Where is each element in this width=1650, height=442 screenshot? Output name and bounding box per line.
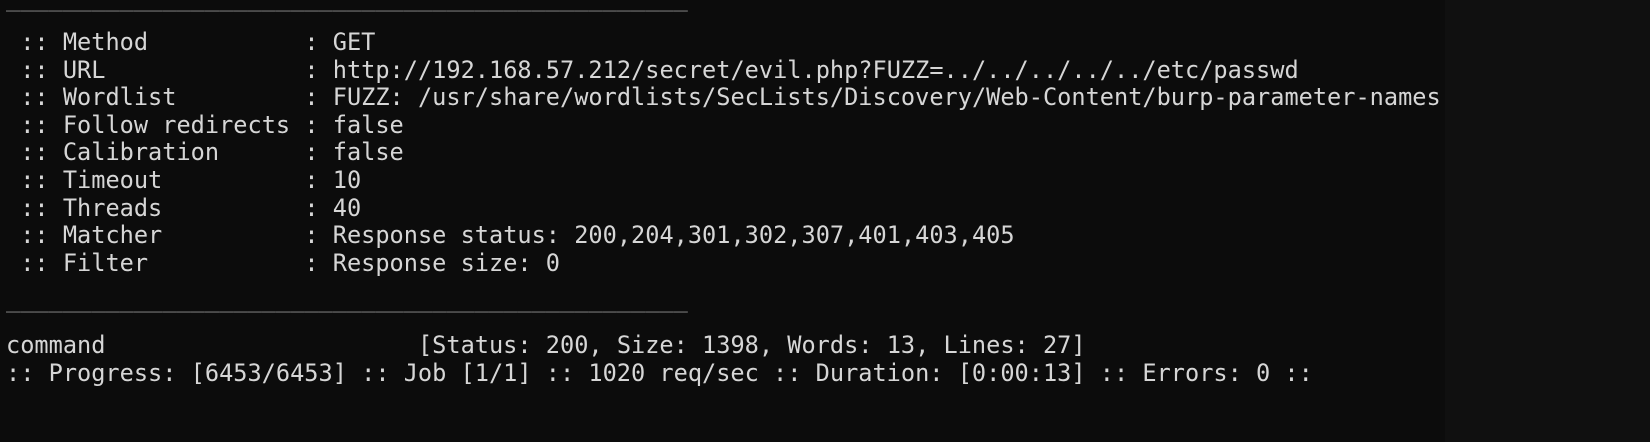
config-key: URL: [62, 55, 305, 84]
config-colon: :: [304, 221, 333, 250]
config-row: :: Timeout : 10: [6, 166, 361, 195]
result-word: command: [6, 331, 106, 359]
config-key: Threads: [62, 193, 305, 222]
config-colon: :: [304, 248, 333, 277]
prompt-user-host: [6, 428, 49, 442]
config-value: false: [332, 138, 404, 167]
config-row: :: Method : GET: [6, 28, 375, 57]
config-prefix: ::: [6, 248, 63, 277]
result-details: [Status: 200, Size: 1398, Words: 13, Lin…: [417, 331, 1086, 359]
config-key: Calibration: [62, 138, 305, 167]
config-key: Method: [62, 28, 305, 56]
config-value: false: [332, 110, 404, 139]
config-row: :: Wordlist : FUZZ: /usr/share/wordlists…: [6, 83, 1498, 112]
config-row: :: Filter : Response size: 0: [6, 249, 560, 278]
config-colon: :: [304, 55, 333, 84]
config-key: Wordlist: [62, 83, 305, 112]
config-prefix: ::: [6, 193, 63, 222]
config-prefix: ::: [6, 138, 63, 167]
config-key: Follow redirects: [62, 110, 305, 139]
config-value: GET: [332, 28, 376, 56]
config-prefix: ::: [6, 110, 63, 139]
config-value: 40: [332, 193, 362, 222]
config-row: :: URL : http://192.168.57.212/secret/ev…: [6, 55, 1299, 85]
config-prefix: ::: [6, 166, 63, 194]
config-colon: :: [304, 138, 333, 167]
config-row: :: Matcher : Response status: 200,204,30…: [6, 221, 1015, 250]
separator-bottom: ________________________________________…: [6, 285, 688, 313]
config-value: 10: [332, 166, 362, 194]
config-colon: :: [304, 83, 333, 112]
config-value: Response status: 200,204,301,302,307,401…: [332, 221, 1015, 250]
config-row: :: Threads : 40: [6, 194, 361, 223]
config-colon: :: [304, 110, 333, 139]
config-value: FUZZ: /usr/share/wordlists/SecLists/Disc…: [332, 83, 1498, 112]
config-prefix: ::: [6, 55, 63, 84]
config-prefix: ::: [6, 221, 63, 250]
config-value: http://192.168.57.212/secret/evil.php?FU…: [332, 55, 1299, 84]
config-colon: :: [304, 193, 333, 222]
config-value: Response size: 0: [332, 248, 561, 277]
config-prefix: ::: [6, 28, 63, 56]
config-key: Timeout: [62, 166, 305, 194]
config-colon: :: [304, 28, 333, 56]
config-prefix: ::: [6, 83, 63, 112]
progress-line: :: Progress: [6453/6453] :: Job [1/1] ::…: [6, 359, 1313, 387]
separator-top: ________________________________________…: [6, 0, 688, 13]
config-key: Matcher: [62, 221, 305, 250]
prompt-line-partial: [6, 428, 49, 442]
side-panel: [1445, 0, 1650, 442]
config-row: :: Calibration : false: [6, 138, 404, 167]
terminal-window[interactable]: ________________________________________…: [0, 0, 1498, 442]
result-line: command [Status: 200, Size: 1398, Words:…: [6, 331, 1086, 360]
config-colon: :: [304, 166, 333, 194]
config-row: :: Follow redirects : false: [6, 111, 404, 140]
config-key: Filter: [62, 248, 305, 277]
